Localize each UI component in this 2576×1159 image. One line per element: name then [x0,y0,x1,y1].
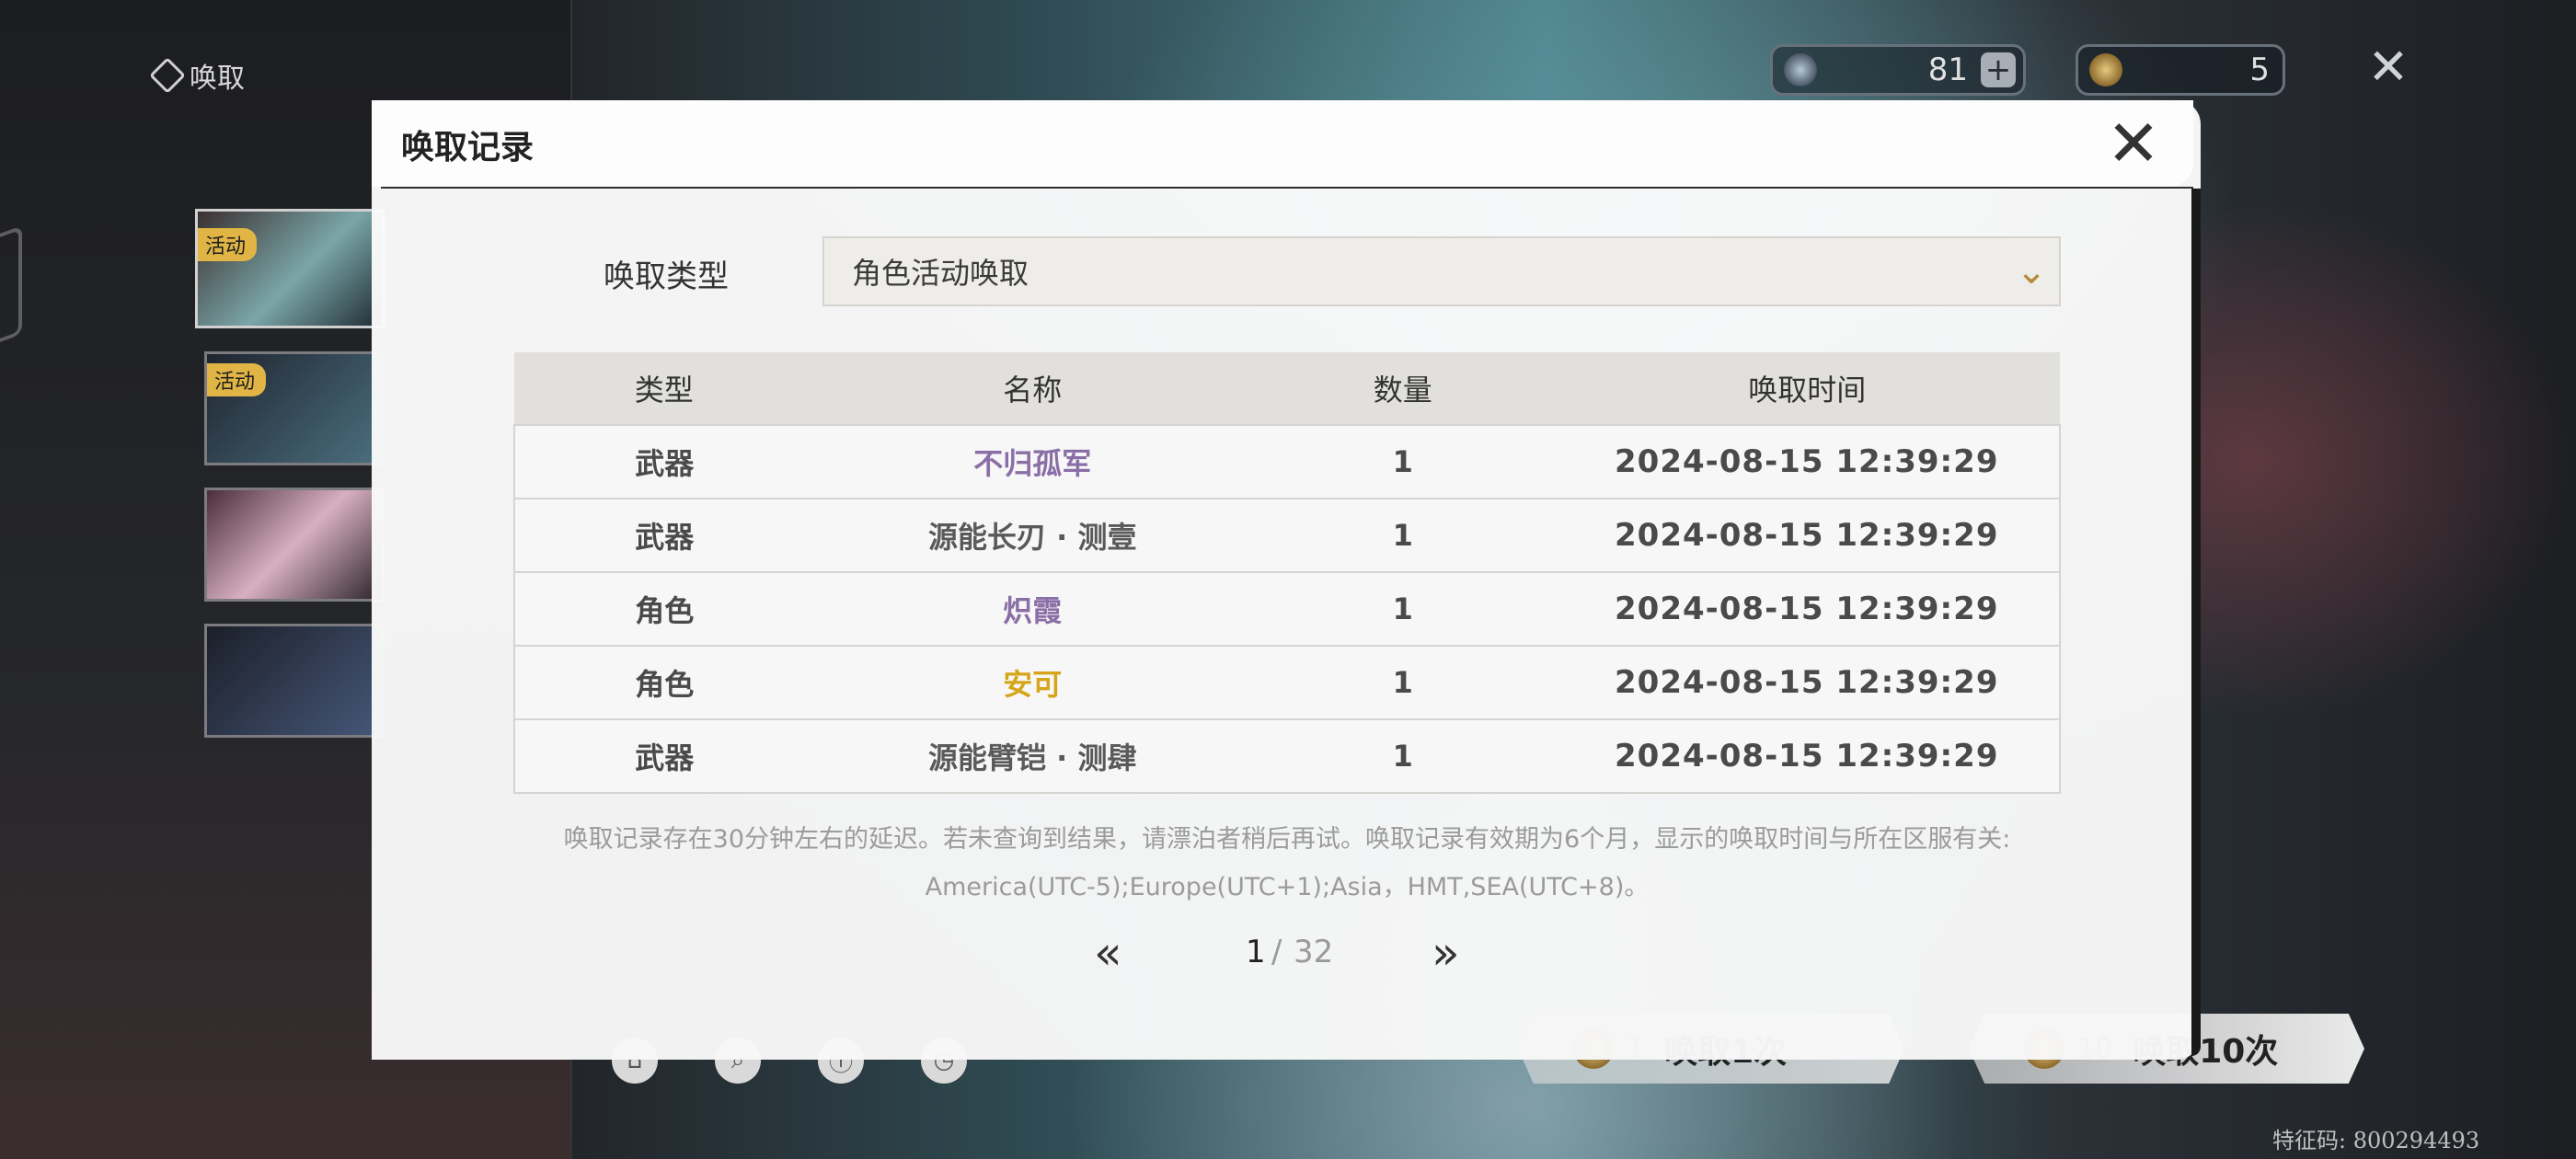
column-header: 名称 [813,352,1251,425]
column-header: 唤取时间 [1554,352,2060,425]
cell-name: 源能臂铠 · 测肆 [813,718,1251,794]
delay-notice: 唤取记录存在30分钟左右的延迟。若未查询到结果，请漂泊者稍后再试。唤取记录有效期… [513,816,2061,912]
convene-icon [149,57,186,94]
event-tag: 活动 [198,228,258,261]
table-row: 武器 源能长刃 · 测壹 1 2024-08-15 12:39:29 [513,498,2061,573]
exit-icon[interactable]: ✕ [2361,38,2416,96]
astrite-icon [1784,53,1817,86]
column-header: 数量 [1250,352,1555,425]
banner-thumb-4[interactable] [204,624,385,738]
cell-type: 武器 [513,718,814,794]
cell-type: 武器 [513,498,814,573]
feature-code: 特征码: 800294493 [2272,1128,2480,1153]
table-header-row: 类型 名称 数量 唤取时间 [514,352,2060,425]
nav-title-label: 唤取 [190,63,245,95]
cell-name: 炽霞 [813,571,1251,647]
tide-icon [2089,53,2122,86]
page-separator: / [1271,934,1282,970]
banner-thumb-2[interactable]: 活动 [204,351,385,465]
add-astrite-button[interactable]: + [1981,52,2016,87]
dialog-header: 唤取记录 ✕ [372,100,2193,187]
column-header: 类型 [514,352,814,425]
cell-type: 角色 [513,645,814,720]
chevron-down-icon: ⌄ [2016,250,2047,293]
table-row: 武器 源能臂铠 · 测肆 1 2024-08-15 12:39:29 [513,718,2061,794]
delay-notice-line-1: 唤取记录存在30分钟左右的延迟。若未查询到结果，请漂泊者稍后再试。唤取记录有效期… [563,825,2011,854]
close-icon[interactable]: ✕ [2101,111,2166,176]
filter-label: 唤取类型 [604,258,729,295]
cell-qty: 1 [1250,424,1555,499]
table-row: 角色 安可 1 2024-08-15 12:39:29 [513,645,2061,720]
cell-name: 安可 [813,645,1251,720]
nav-title: 唤取 [149,55,245,96]
next-page-icon[interactable]: » [1432,926,1460,980]
cell-time: 2024-08-15 12:39:29 [1554,571,2061,647]
previous-page-icon[interactable]: « [1094,926,1122,980]
dialog-title: 唤取记录 [401,129,535,166]
cell-name: 源能长刃 · 测壹 [813,498,1251,573]
cell-time: 2024-08-15 12:39:29 [1554,718,2061,794]
event-tag: 活动 [207,363,267,396]
tide-counter: 5 [2076,44,2285,96]
cell-type: 角色 [513,571,814,647]
left-scroll-handle[interactable] [0,225,22,352]
cell-name: 不归孤军 [813,424,1251,499]
cell-qty: 1 [1250,645,1555,720]
banner-thumb-1[interactable]: 活动 [195,209,385,328]
table-row: 角色 炽霞 1 2024-08-15 12:39:29 [513,571,2061,647]
tide-count: 5 [2249,52,2270,88]
table-row: 武器 不归孤军 1 2024-08-15 12:39:29 [513,424,2061,499]
astrite-counter: 81 + [1770,44,2026,96]
convene-type-select[interactable]: 角色活动唤取 ⌄ [822,236,2061,306]
cell-time: 2024-08-15 12:39:29 [1554,424,2061,499]
cell-qty: 1 [1250,571,1555,647]
astrite-count: 81 [1927,52,1968,88]
cell-qty: 1 [1250,498,1555,573]
pagination: « 1 / 32 » [372,926,2201,981]
convene-type-value: 角色活动唤取 [852,256,1029,291]
delay-notice-line-2: America(UTC-5);Europe(UTC+1);Asia，HMT,SE… [925,873,1650,901]
banner-thumb-3[interactable] [204,488,385,602]
cell-qty: 1 [1250,718,1555,794]
header-divider [381,187,2193,189]
history-table: 类型 名称 数量 唤取时间 武器 不归孤军 1 2024-08-15 12:39… [513,352,2061,794]
current-page: 1 [1246,934,1266,970]
cell-type: 武器 [513,424,814,499]
cell-time: 2024-08-15 12:39:29 [1554,645,2061,720]
cell-time: 2024-08-15 12:39:29 [1554,498,2061,573]
total-pages: 32 [1294,934,1334,970]
convene-history-dialog: 唤取记录 ✕ 唤取类型 角色活动唤取 ⌄ 类型 名称 数量 唤取时间 武器 不归… [372,100,2201,1060]
